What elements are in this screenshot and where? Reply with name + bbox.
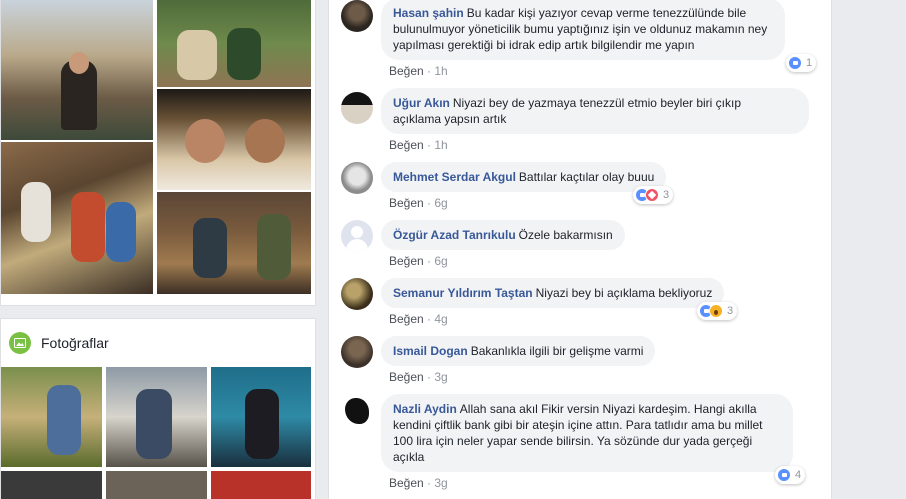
comment-author[interactable]: Mehmet Serdar Akgul — [393, 170, 516, 184]
comment-text-line: açıkla — [393, 450, 425, 464]
comment-author[interactable]: Nazli Aydin — [393, 402, 457, 416]
comment-bubble: Uğur Akın Niyazi bey de yazmaya tenezzül … — [381, 88, 809, 134]
reaction-count: 3 — [727, 305, 734, 317]
photos-card: Fotoğraflar — [0, 318, 316, 499]
comment-text-line: Battılar kaçtılar olay buuu — [518, 170, 655, 184]
avatar[interactable] — [341, 0, 373, 32]
comment-text-line: Bakanlıkla ilgili bir gelişme varmi — [470, 344, 644, 358]
avatar[interactable] — [341, 394, 373, 426]
like-reaction-icon — [777, 468, 791, 482]
wow-reaction-icon — [709, 304, 723, 318]
comment-actions: Beğen · 1h — [389, 138, 448, 152]
like-link[interactable]: Beğen — [389, 476, 424, 490]
comment-actions: Beğen · 6g — [389, 254, 448, 268]
photo-thumb[interactable] — [157, 192, 311, 294]
photo-thumb[interactable] — [1, 471, 102, 499]
comment-text-line: Özele bakarmısın — [518, 228, 613, 242]
like-link[interactable]: Beğen — [389, 196, 424, 210]
comment-text-line: açıklama yapsın artık — [393, 112, 507, 126]
reaction-summary[interactable]: 4 — [775, 466, 806, 484]
reaction-summary[interactable]: 3 — [633, 186, 674, 204]
photo-thumb[interactable] — [211, 367, 311, 467]
comment-author[interactable]: Hasan şahin — [393, 6, 464, 20]
photo-thumb[interactable] — [106, 471, 207, 499]
photo-thumb[interactable] — [157, 89, 311, 190]
comment-actions: Beğen · 6g — [389, 196, 448, 210]
photos-header[interactable]: Fotoğraflar — [9, 331, 109, 355]
like-link[interactable]: Beğen — [389, 370, 424, 384]
comment-author[interactable]: Ismail Dogan — [393, 344, 468, 358]
comment-author[interactable]: Özgür Azad Tanrıkulu — [393, 228, 516, 242]
photo-thumb[interactable] — [211, 471, 311, 499]
like-reaction-icon — [788, 56, 802, 70]
photo-thumb[interactable] — [157, 0, 311, 87]
reaction-summary[interactable]: 3 — [697, 302, 738, 320]
comment-time[interactable]: 1h — [434, 64, 447, 78]
like-link[interactable]: Beğen — [389, 138, 424, 152]
comment-time[interactable]: 4g — [434, 312, 447, 326]
comment-time[interactable]: 1h — [434, 138, 447, 152]
comment-text-line: bulunulmuyor yöneticilik bumu yaptığınız… — [393, 22, 768, 36]
comment-text-line: Niyazi bey bi açıklama bekliyoruz — [535, 286, 713, 300]
comment-time[interactable]: 6g — [434, 254, 447, 268]
reaction-count: 3 — [663, 189, 670, 201]
avatar[interactable] — [341, 278, 373, 310]
comment-bubble: Özgür Azad Tanrıkulu Özele bakarmısın — [381, 220, 625, 250]
comment-text-line: Bu kadar kişi yazıyor cevap verme tenezz… — [466, 6, 747, 20]
avatar[interactable] — [341, 336, 373, 368]
avatar[interactable] — [341, 162, 373, 194]
like-link[interactable]: Beğen — [389, 254, 424, 268]
avatar[interactable] — [341, 92, 373, 124]
avatar[interactable] — [341, 220, 373, 252]
comment-bubble: Semanur Yıldırım Taştan Niyazi bey bi açı… — [381, 278, 725, 308]
reaction-count: 1 — [806, 57, 813, 69]
reaction-summary[interactable]: 1 — [786, 54, 817, 72]
comment-time[interactable]: 3g — [434, 476, 447, 490]
comment-text-line: Allah sana akıl Fikir versin Niyazi kard… — [459, 402, 757, 416]
photo-icon — [9, 332, 31, 354]
comments-feed: Hasan şahin Bu kadar kişi yazıyor cevap v… — [328, 0, 832, 499]
comment-text-line: kendini çiftlik bank gibi bir ateşin içi… — [393, 418, 763, 432]
comment-time[interactable]: 3g — [434, 370, 447, 384]
like-link[interactable]: Beğen — [389, 64, 424, 78]
comment-author[interactable]: Uğur Akın — [393, 96, 450, 110]
comment-text-line: 100 lira için neler yapar sende bilirsin… — [393, 434, 753, 448]
reaction-count: 4 — [795, 469, 802, 481]
comment-bubble: Mehmet Serdar Akgul Battılar kaçtılar ola… — [381, 162, 667, 192]
comment-author[interactable]: Semanur Yıldırım Taştan — [393, 286, 533, 300]
comment-actions: Beğen · 3g — [389, 476, 448, 490]
photo-thumb[interactable] — [106, 367, 207, 467]
comment-actions: Beğen · 1h — [389, 64, 448, 78]
comment-actions: Beğen · 3g — [389, 370, 448, 384]
comment-text-line: yapılması gerektiği bi idrak edip artık … — [393, 38, 695, 52]
love-reaction-icon — [645, 188, 659, 202]
comment-actions: Beğen · 4g — [389, 312, 448, 326]
comment-bubble: Ismail Dogan Bakanlıkla ilgili bir gelişm… — [381, 336, 656, 366]
comment-time[interactable]: 6g — [434, 196, 447, 210]
photo-thumb[interactable] — [1, 142, 153, 294]
photo-thumb[interactable] — [1, 367, 102, 467]
photos-title[interactable]: Fotoğraflar — [41, 335, 109, 351]
like-link[interactable]: Beğen — [389, 312, 424, 326]
photo-grid-card — [0, 0, 316, 306]
comment-text-line: Niyazi bey de yazmaya tenezzül etmio bey… — [452, 96, 742, 110]
left-column: Fotoğraflar — [0, 0, 316, 499]
comment-bubble: Hasan şahin Bu kadar kişi yazıyor cevap v… — [381, 0, 785, 60]
comment-bubble: Nazli Aydin Allah sana akıl Fikir versin … — [381, 394, 793, 472]
photo-thumb[interactable] — [1, 0, 153, 140]
